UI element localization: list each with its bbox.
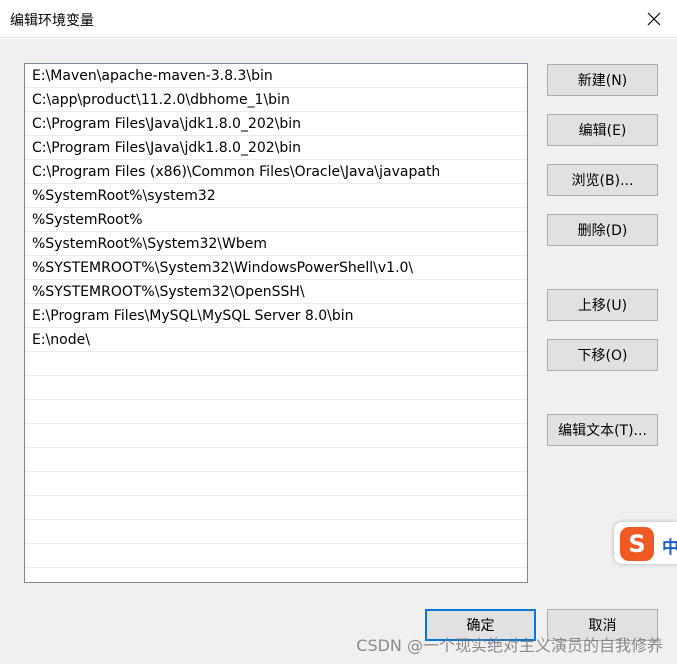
list-item[interactable] <box>25 424 527 448</box>
window-title: 编辑环境变量 <box>10 13 94 29</box>
list-item[interactable]: %SystemRoot% <box>25 208 527 232</box>
ime-mode-label: 中 <box>662 538 677 558</box>
list-item[interactable] <box>25 448 527 472</box>
list-item[interactable]: %SYSTEMROOT%\System32\WindowsPowerShell\… <box>25 256 527 280</box>
delete-button[interactable]: 删除(D) <box>547 214 658 246</box>
list-item[interactable] <box>25 568 527 582</box>
list-item[interactable]: C:\Program Files\Java\jdk1.8.0_202\bin <box>25 112 527 136</box>
edit-button[interactable]: 编辑(E) <box>547 114 658 146</box>
new-button[interactable]: 新建(N) <box>547 64 658 96</box>
list-item[interactable]: E:\Maven\apache-maven-3.8.3\bin <box>25 64 527 88</box>
title-bar: 编辑环境变量 <box>0 0 677 38</box>
move-down-button[interactable]: 下移(O) <box>547 339 658 371</box>
list-item[interactable] <box>25 400 527 424</box>
list-item[interactable] <box>25 472 527 496</box>
list-item[interactable]: E:\node\ <box>25 328 527 352</box>
list-item[interactable] <box>25 376 527 400</box>
browse-button[interactable]: 浏览(B)... <box>547 164 658 196</box>
list-item[interactable] <box>25 496 527 520</box>
list-item[interactable] <box>25 544 527 568</box>
path-list[interactable]: E:\Maven\apache-maven-3.8.3\bin C:\app\pr… <box>24 63 528 583</box>
edit-text-button[interactable]: 编辑文本(T)... <box>547 414 658 446</box>
watermark: CSDN @一个现实绝对主义演员的自我修养 <box>356 636 663 655</box>
close-icon <box>647 12 661 26</box>
ime-status-widget[interactable]: S 中 <box>614 522 677 564</box>
ime-logo-letter: S <box>628 530 646 558</box>
move-up-button[interactable]: 上移(U) <box>547 289 658 321</box>
list-item[interactable]: %SYSTEMROOT%\System32\OpenSSH\ <box>25 280 527 304</box>
list-item[interactable]: %SystemRoot%\System32\Wbem <box>25 232 527 256</box>
list-item[interactable]: C:\Program Files\Java\jdk1.8.0_202\bin <box>25 136 527 160</box>
sogou-logo-icon: S <box>620 527 654 561</box>
list-item[interactable]: C:\app\product\11.2.0\dbhome_1\bin <box>25 88 527 112</box>
list-item[interactable]: C:\Program Files (x86)\Common Files\Orac… <box>25 160 527 184</box>
list-item[interactable] <box>25 352 527 376</box>
close-button[interactable] <box>631 0 677 38</box>
list-item[interactable]: %SystemRoot%\system32 <box>25 184 527 208</box>
list-item[interactable] <box>25 520 527 544</box>
list-item[interactable]: E:\Program Files\MySQL\MySQL Server 8.0\… <box>25 304 527 328</box>
